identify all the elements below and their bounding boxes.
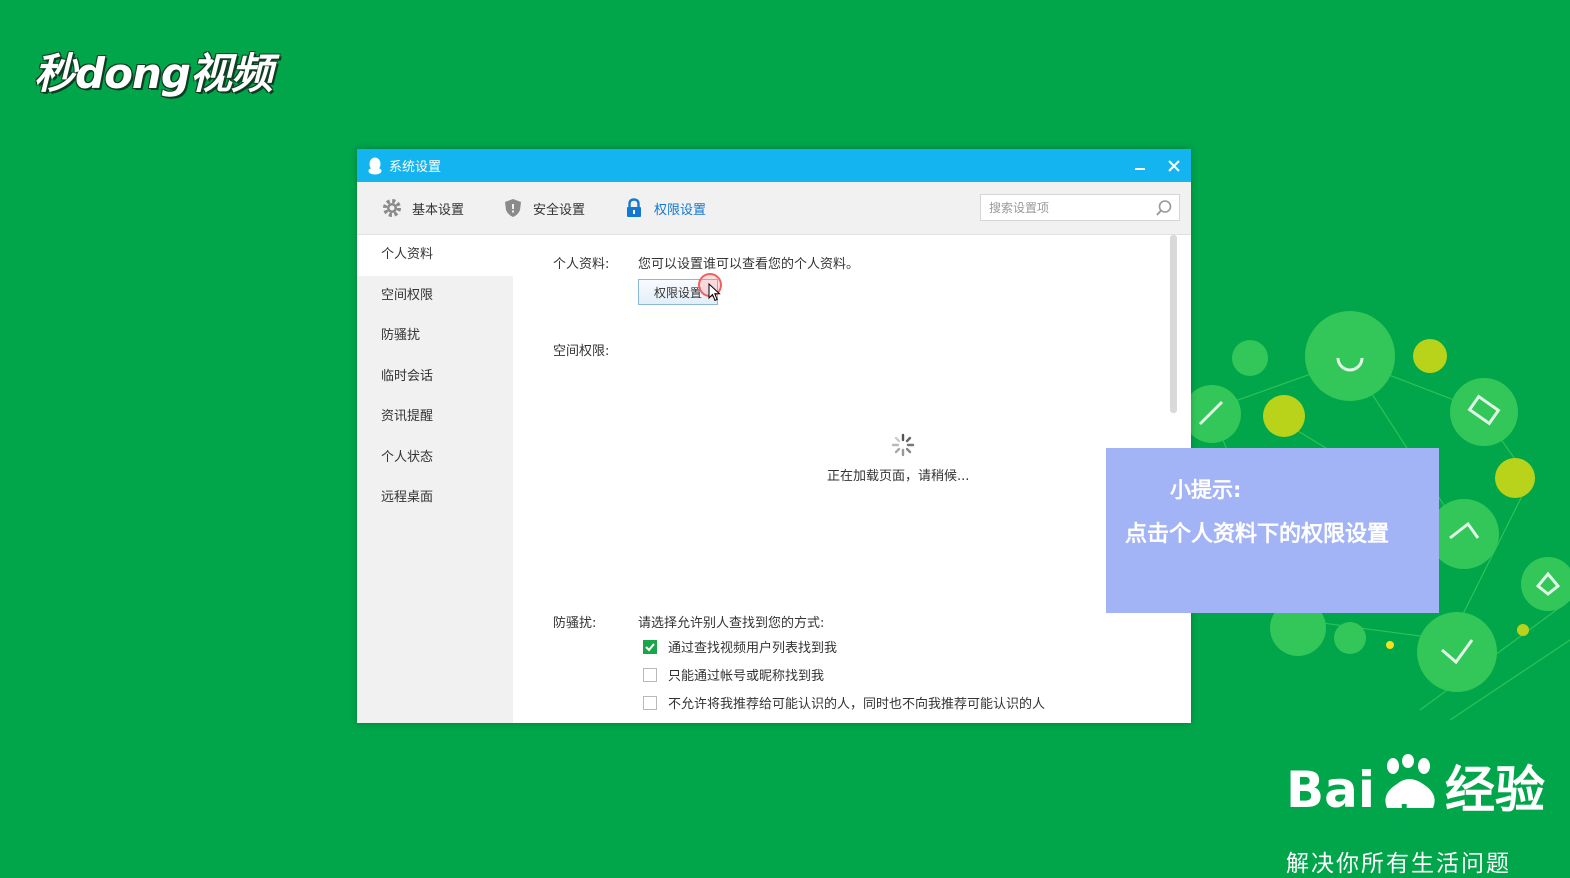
brand-logo: 秒dong视频 (34, 49, 273, 98)
sidebar-item-remote-desktop[interactable]: 远程桌面 (357, 478, 513, 519)
qq-penguin-icon (367, 157, 383, 175)
sidebar-item-news-reminder[interactable]: 资讯提醒 (357, 397, 513, 438)
title-bar[interactable]: 系统设置 (357, 149, 1191, 182)
find-option-video-list[interactable]: 通过查找视频用户列表找到我 (643, 637, 837, 656)
checkbox-unchecked[interactable] (643, 695, 657, 710)
profile-section-label: 个人资料: (553, 257, 610, 272)
settings-sidebar: 个人资料 空间权限 防骚扰 临时会话 资讯提醒 个人状态 远程桌面 (357, 235, 513, 723)
loading-text: 正在加载页面，请稍候... (827, 469, 970, 484)
checkbox-checked[interactable] (643, 639, 657, 654)
tab-permission-settings[interactable]: 权限设置 (623, 197, 706, 219)
minimize-button[interactable] (1123, 149, 1157, 182)
sidebar-item-profile[interactable]: 个人资料 (357, 235, 513, 276)
tab-security-settings[interactable]: 安全设置 (502, 197, 585, 219)
content-scrollbar[interactable] (1170, 235, 1177, 413)
close-button[interactable] (1157, 149, 1191, 182)
tip-text: 点击个人资料下的权限设置 (1125, 522, 1390, 547)
checkbox-label: 只能通过帐号或昵称找到我 (668, 669, 825, 684)
search-icon[interactable] (1155, 199, 1173, 221)
search-input[interactable] (981, 195, 1154, 220)
find-option-account-only[interactable]: 只能通过帐号或昵称找到我 (643, 665, 824, 684)
tip-box: 小提示: 点击个人资料下的权限设置 (1106, 448, 1439, 613)
system-settings-window: 系统设置 基本设置 安全设置 权限设置 搜索设置项 个人资料 空间权限 防骚扰 … (357, 149, 1191, 723)
shield-icon (502, 197, 524, 219)
baidu-slogan: 解决你所有生活问题 (1286, 851, 1511, 877)
tab-basic-settings[interactable]: 基本设置 (381, 197, 464, 219)
tab-label: 安全设置 (533, 202, 586, 218)
tip-title: 小提示: (1170, 478, 1242, 502)
sidebar-item-space-permission[interactable]: 空间权限 (357, 276, 513, 317)
tab-label: 基本设置 (412, 202, 465, 218)
lock-icon (623, 197, 645, 219)
window-title: 系统设置 (389, 160, 442, 175)
settings-tab-bar: 基本设置 安全设置 权限设置 (357, 182, 1191, 235)
sidebar-item-anti-harassment[interactable]: 防骚扰 (357, 316, 513, 357)
checkbox-label: 通过查找视频用户列表找到我 (668, 641, 838, 656)
baidu-logo-text-left: Bai (1286, 761, 1375, 819)
sidebar-item-temporary-chat[interactable]: 临时会话 (357, 357, 513, 398)
profile-permission-button[interactable]: 权限设置 (638, 279, 718, 305)
checkbox-unchecked[interactable] (643, 667, 657, 682)
profile-description: 您可以设置谁可以查看您的个人资料。 (638, 257, 860, 272)
paw-icon: du (1379, 754, 1441, 832)
baidu-logo: Bai du 经验 (1286, 754, 1545, 832)
checkmark-icon (645, 642, 655, 651)
checkbox-label: 不允许将我推荐给可能认识的人，同时也不向我推荐可能认识的人 (668, 697, 1046, 712)
harass-description: 请选择允许别人查找到您的方式: (638, 616, 825, 631)
close-icon (1168, 159, 1180, 172)
settings-search-box[interactable] (980, 194, 1180, 221)
baidu-jingyan-watermark: Bai du 经验 解决你所有生活问题 (1286, 754, 1545, 878)
harass-section-label: 防骚扰: (553, 616, 597, 631)
loading-spinner-icon (891, 433, 915, 457)
settings-content: 个人资料: 您可以设置谁可以查看您的个人资料。 权限设置 空间权限: 正在加载页… (513, 235, 1179, 723)
gear-icon (381, 197, 403, 219)
sidebar-item-personal-status[interactable]: 个人状态 (357, 438, 513, 479)
minimize-icon (1135, 167, 1145, 170)
find-option-no-recommend[interactable]: 不允许将我推荐给可能认识的人，同时也不向我推荐可能认识的人 (643, 693, 1045, 712)
settings-body: 个人资料 空间权限 防骚扰 临时会话 资讯提醒 个人状态 远程桌面 个人资料: … (357, 235, 1191, 723)
space-section-label: 空间权限: (553, 344, 610, 359)
tab-label: 权限设置 (654, 202, 707, 218)
baidu-logo-text-right: 经验 (1445, 761, 1545, 819)
